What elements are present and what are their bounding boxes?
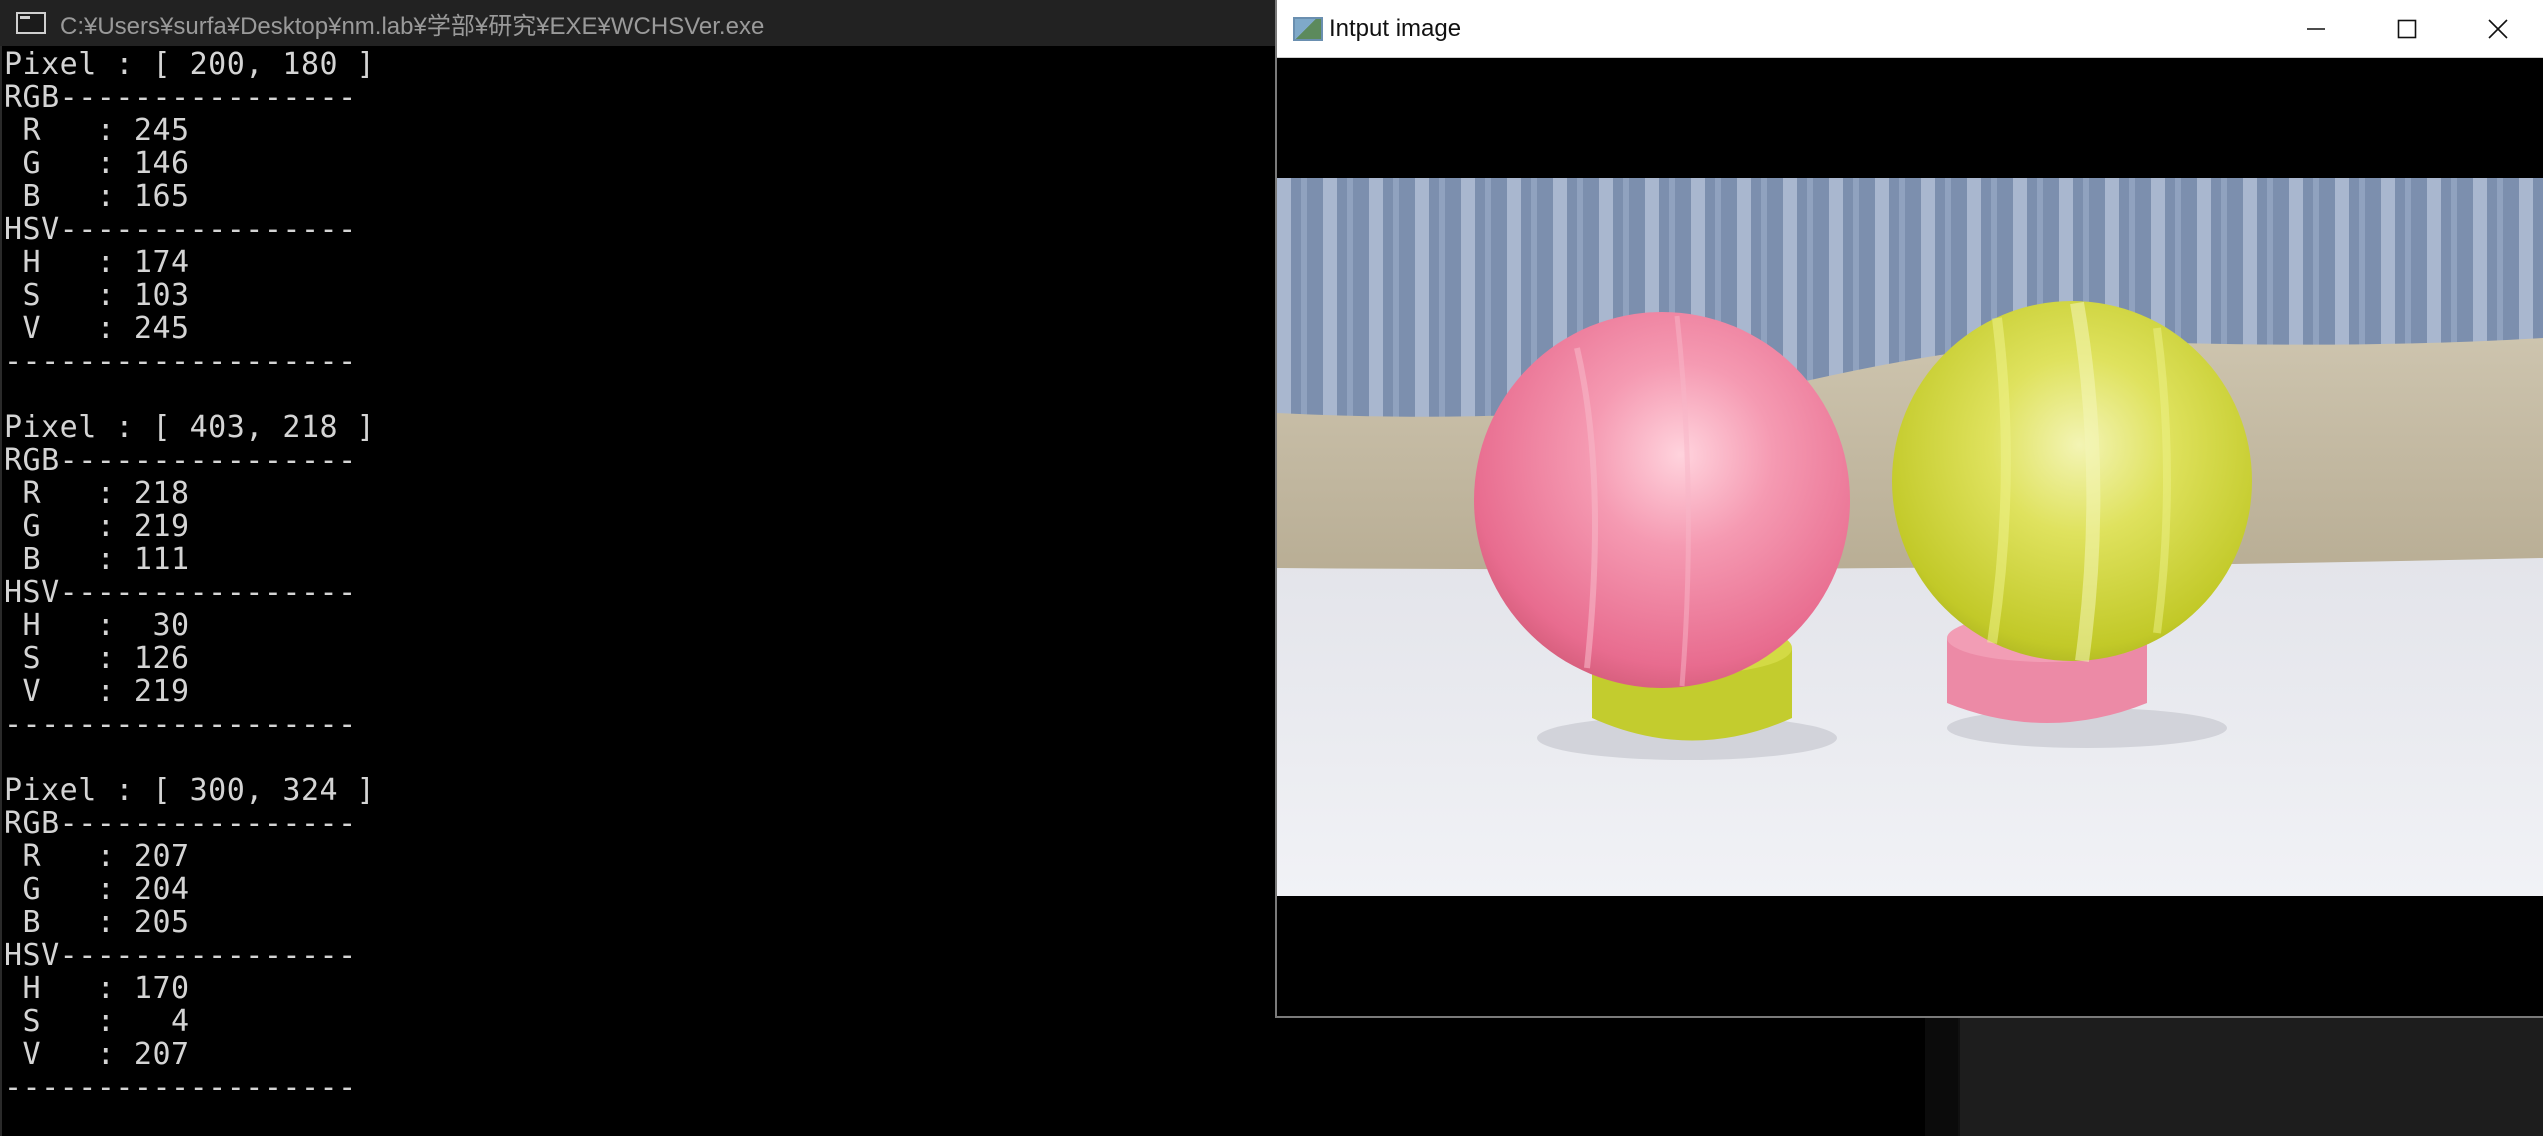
hsv-s-value: S : 103 xyxy=(4,278,190,313)
rgb-b-value: B : 111 xyxy=(4,542,190,577)
hsv-h-value: H : 170 xyxy=(4,971,190,1006)
window-controls xyxy=(2270,0,2543,57)
rgb-header: RGB---------------- xyxy=(4,443,357,478)
hsv-v-value: V : 245 xyxy=(4,311,190,346)
hsv-s-value: S : 126 xyxy=(4,641,190,676)
separator-line: ------------------- xyxy=(4,1070,357,1105)
image-canvas[interactable] xyxy=(1277,58,2543,1016)
rgb-g-value: G : 204 xyxy=(4,872,190,907)
image-window-title: Intput image xyxy=(1329,14,1462,42)
rgb-b-value: B : 205 xyxy=(4,905,190,940)
hsv-h-value: H : 30 xyxy=(4,608,190,643)
pixel-coordinate: Pixel : [ 300, 324 ] xyxy=(4,773,376,808)
image-app-icon xyxy=(1293,16,1323,41)
photo-two-balls xyxy=(1277,178,2543,896)
console-title: C:¥Users¥surfa¥Desktop¥nm.lab¥学部¥研究¥EXE¥… xyxy=(60,12,765,40)
pixel-coordinate: Pixel : [ 403, 218 ] xyxy=(4,410,376,445)
rgb-header: RGB---------------- xyxy=(4,806,357,841)
pixel-readout-block: Pixel : [ 300, 324 ] RGB----------------… xyxy=(4,774,375,1104)
minimize-button[interactable] xyxy=(2270,0,2361,57)
close-button[interactable] xyxy=(2452,0,2543,57)
hsv-header: HSV---------------- xyxy=(4,212,357,247)
console-left-border xyxy=(0,46,2,1136)
rgb-r-value: R : 207 xyxy=(4,839,190,874)
rgb-g-value: G : 146 xyxy=(4,146,190,181)
hsv-v-value: V : 219 xyxy=(4,674,190,709)
maximize-icon xyxy=(2397,19,2416,38)
input-image-window: Intput image xyxy=(1275,0,2543,1018)
rgb-header: RGB---------------- xyxy=(4,80,357,115)
maximize-button[interactable] xyxy=(2361,0,2452,57)
pixel-coordinate: Pixel : [ 200, 180 ] xyxy=(4,47,376,82)
separator-line: ------------------- xyxy=(4,707,357,742)
image-window-titlebar[interactable]: Intput image xyxy=(1277,0,2543,58)
hsv-v-value: V : 207 xyxy=(4,1037,190,1072)
rgb-r-value: R : 245 xyxy=(4,113,190,148)
background-gap xyxy=(1925,1018,1958,1136)
hsv-header: HSV---------------- xyxy=(4,575,357,610)
console-app-icon xyxy=(16,12,46,34)
background-divider xyxy=(1958,1018,1960,1136)
rgb-r-value: R : 218 xyxy=(4,476,190,511)
close-icon xyxy=(2487,18,2508,39)
hsv-h-value: H : 174 xyxy=(4,245,190,280)
pixel-readout-block: Pixel : [ 200, 180 ] RGB----------------… xyxy=(4,48,375,378)
rgb-b-value: B : 165 xyxy=(4,179,190,214)
hsv-s-value: S : 4 xyxy=(4,1004,190,1039)
background-panel xyxy=(1925,1018,2543,1136)
pixel-readout-block: Pixel : [ 403, 218 ] RGB----------------… xyxy=(4,411,375,741)
input-photo[interactable] xyxy=(1277,178,2543,896)
rgb-g-value: G : 219 xyxy=(4,509,190,544)
hsv-header: HSV---------------- xyxy=(4,938,357,973)
minimize-icon xyxy=(2306,27,2325,30)
separator-line: ------------------- xyxy=(4,344,357,379)
